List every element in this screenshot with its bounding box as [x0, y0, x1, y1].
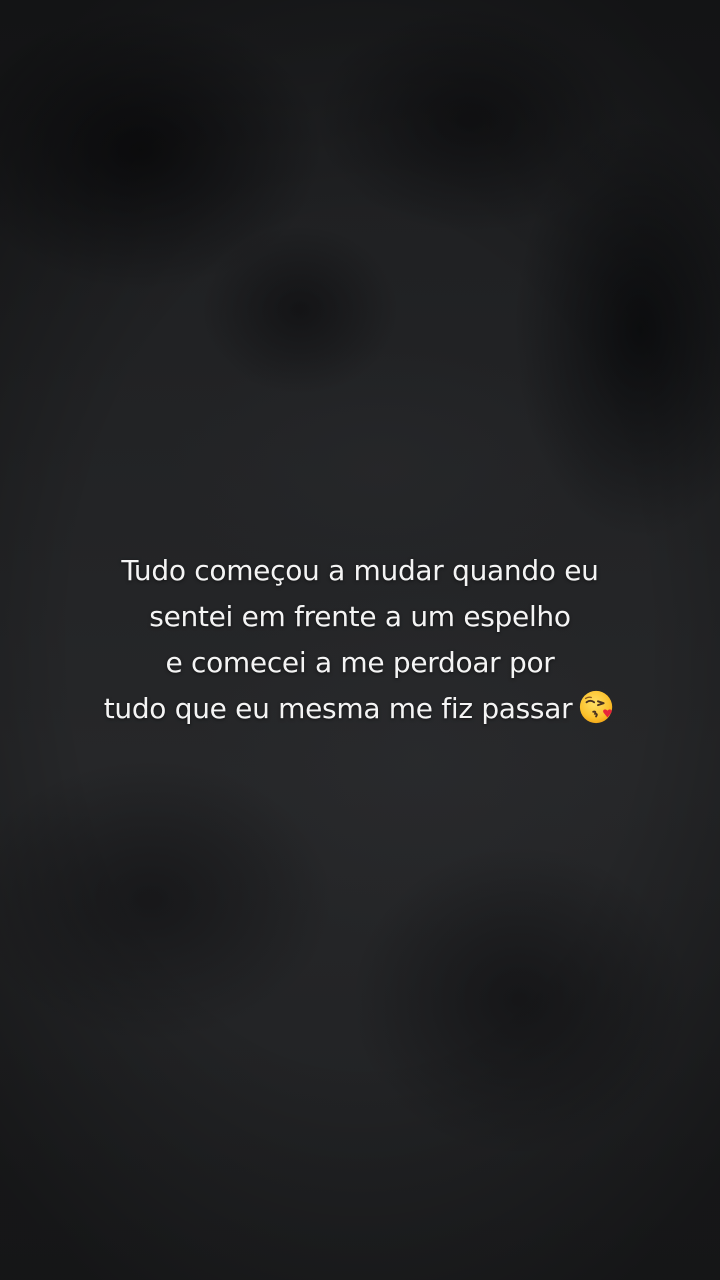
story-background: Tudo começou a mudar quando eu sentei em… [0, 0, 720, 1280]
face-blowing-a-kiss-icon [578, 688, 616, 726]
caption-line-3: e comecei a me perdoar por [165, 646, 555, 679]
caption-line-1: Tudo começou a mudar quando eu [121, 554, 599, 587]
caption-line-4-wrap: tudo que eu mesma me fiz passar [0, 686, 720, 732]
caption-line-4: tudo que eu mesma me fiz passar [103, 692, 573, 725]
story-caption: Tudo começou a mudar quando eu sentei em… [0, 548, 720, 732]
caption-line-2: sentei em frente a um espelho [149, 600, 571, 633]
